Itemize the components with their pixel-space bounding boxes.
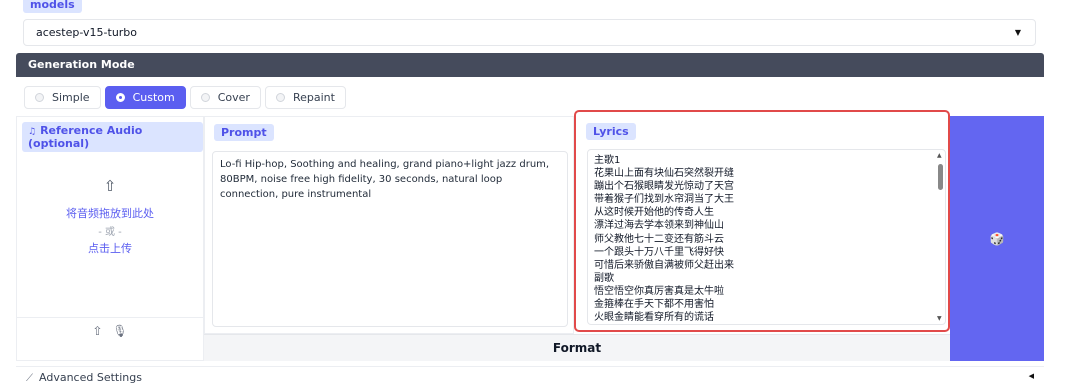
reference-audio-label: ♫ Reference Audio (optional): [22, 122, 203, 152]
lyrics-label: Lyrics: [586, 123, 636, 140]
click-upload-text: 点击上传: [88, 242, 132, 255]
chevron-down-icon: ▼: [1014, 28, 1021, 37]
mode-option-cover[interactable]: Cover: [189, 86, 261, 109]
lyrics-line: 漂洋过海去学本领来到神仙山: [594, 220, 724, 232]
drop-text: 将音频拖放到此处: [66, 207, 154, 220]
radio-icon: [275, 93, 285, 102]
prompt-label: Prompt: [214, 124, 274, 141]
scroll-up-icon[interactable]: ▲: [937, 152, 942, 159]
lyrics-line: 悟空悟空你真厉害真是太牛啦: [594, 285, 724, 297]
model-select-value: acestep-v15-turbo: [36, 26, 138, 39]
lyrics-line: 副歌: [594, 272, 614, 284]
lyrics-line: 从这时候开始他的传奇人生: [594, 207, 714, 219]
advanced-settings-label: Advanced Settings: [39, 371, 142, 384]
radio-icon: [35, 93, 44, 102]
format-button[interactable]: Format: [204, 334, 950, 361]
model-select[interactable]: acestep-v15-turbo ▼: [23, 19, 1036, 46]
microphone-icon[interactable]: 🎙: [112, 324, 127, 338]
generation-mode-options: Simple Custom Cover Repaint: [24, 86, 346, 109]
mode-option-simple[interactable]: Simple: [24, 86, 101, 109]
random-dice-button[interactable]: 🎲: [950, 116, 1044, 361]
magic-wand-icon: ⟋: [26, 373, 33, 384]
models-label: models: [23, 0, 82, 13]
lyrics-panel: Lyrics 主歌1 花果山上面有块仙石突然裂开缝 蹦出个石猴眼睛发光惊动了天宫…: [574, 110, 950, 332]
lyrics-line: 蹦出个石猴眼睛发光惊动了天宫: [594, 181, 734, 193]
audio-upload-dropzone[interactable]: ⇧ 将音频拖放到此处 - 或 - 点击上传: [17, 177, 203, 256]
lyrics-line: 可惜后来骄傲自满被师父赶出来: [594, 259, 734, 271]
radio-icon: [115, 93, 125, 102]
audio-source-icons: ⇧ 🎙: [17, 324, 203, 338]
lyrics-line: 师父教他七十二变还有筋斗云: [594, 233, 724, 245]
reference-audio-label-text: Reference Audio (optional): [28, 124, 143, 150]
mode-option-custom[interactable]: Custom: [104, 86, 186, 109]
lyrics-textarea[interactable]: 主歌1 花果山上面有块仙石突然裂开缝 蹦出个石猴眼睛发光惊动了天宫 带着猴子们找…: [587, 149, 946, 325]
caret-left-icon: ◀: [1028, 372, 1034, 380]
lyrics-line: 花果山上面有块仙石突然裂开缝: [594, 168, 734, 180]
generation-mode-header: Generation Mode: [16, 53, 1044, 77]
radio-icon: [200, 93, 210, 102]
or-text: - 或 -: [98, 227, 122, 238]
upload-icon[interactable]: ⇧: [92, 324, 102, 338]
mode-option-label: Repaint: [292, 91, 335, 104]
upload-icon: ⇧: [103, 177, 117, 195]
lyrics-line: 一个跟头十万八千里飞得好快: [594, 246, 724, 258]
lyrics-line: 带着猴子们找到水帘洞当了大王: [594, 194, 734, 206]
music-note-icon: ♫: [28, 127, 37, 137]
prompt-textarea[interactable]: Lo-fi Hip-hop, Soothing and healing, gra…: [212, 151, 568, 327]
lyrics-line: 金箍棒在手天下都不用害怕: [594, 299, 714, 311]
lyrics-scrollbar[interactable]: ▲ ▼: [935, 150, 945, 324]
advanced-settings-accordion[interactable]: ⟋ Advanced Settings ◀: [16, 366, 1044, 384]
mode-option-label: Custom: [132, 91, 175, 104]
prompt-panel: Prompt Lo-fi Hip-hop, Soothing and heali…: [204, 116, 574, 334]
reference-audio-panel: ♫ Reference Audio (optional) ⇧ 将音频拖放到此处 -…: [16, 116, 204, 361]
lyrics-lines: 主歌1 花果山上面有块仙石突然裂开缝 蹦出个石猴眼睛发光惊动了天宫 带着猴子们找…: [594, 154, 734, 324]
scrollbar-thumb[interactable]: [938, 164, 943, 190]
mode-option-label: Cover: [217, 91, 250, 104]
lyrics-line: 火眼金睛能看穿所有的谎话: [594, 312, 714, 324]
dice-icon: 🎲: [989, 231, 1005, 246]
mode-option-label: Simple: [52, 91, 90, 104]
lyrics-line: 主歌1: [594, 155, 621, 166]
scroll-down-icon[interactable]: ▼: [937, 315, 942, 322]
mode-option-repaint[interactable]: Repaint: [264, 86, 346, 109]
divider: [17, 317, 203, 318]
